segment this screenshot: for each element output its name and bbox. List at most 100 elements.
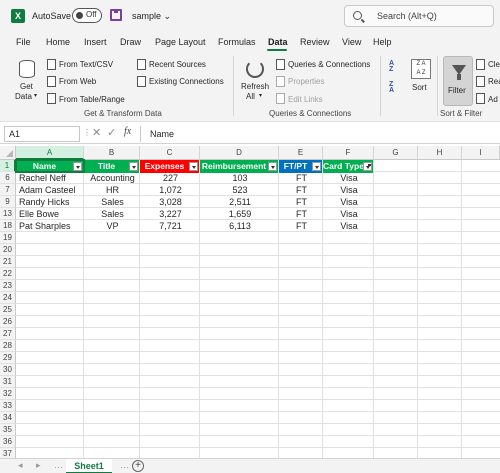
spreadsheet-grid[interactable]: A B C D E F G H I 1 6 7 9 13 18 19 20 21 22 23 24 25 26 27 28 29 3… bbox=[0, 146, 500, 458]
table-cell[interactable]: Pat Sharples bbox=[19, 220, 82, 232]
save-icon[interactable] bbox=[110, 9, 122, 21]
row-header-28[interactable]: 28 bbox=[0, 340, 16, 352]
row-header-27[interactable]: 27 bbox=[0, 328, 16, 340]
table-cell[interactable]: Elle Bowe bbox=[19, 208, 82, 220]
table-cell[interactable]: Sales bbox=[87, 208, 138, 220]
row-header-13[interactable]: 13 bbox=[0, 208, 16, 220]
table-cell[interactable]: 7,721 bbox=[143, 220, 198, 232]
reapply-button[interactable]: Rea bbox=[488, 77, 500, 86]
column-header-c[interactable]: C bbox=[140, 146, 200, 160]
row-header-33[interactable]: 33 bbox=[0, 400, 16, 412]
table-cell[interactable]: 523 bbox=[203, 184, 277, 196]
column-header-d[interactable]: D bbox=[200, 146, 279, 160]
table-cell[interactable]: HR bbox=[87, 184, 138, 196]
table-cell[interactable]: Rachel Neff bbox=[19, 172, 82, 184]
name-box[interactable]: A1 bbox=[4, 126, 80, 142]
row-header-26[interactable]: 26 bbox=[0, 316, 16, 328]
row-header-19[interactable]: 19 bbox=[0, 232, 16, 244]
row-header-9[interactable]: 9 bbox=[0, 196, 16, 208]
table-cell[interactable]: Visa bbox=[326, 208, 372, 220]
sort-button[interactable]: Sort bbox=[412, 83, 427, 92]
sheet-tab-sheet1[interactable]: Sheet1 bbox=[66, 459, 112, 473]
table-cell[interactable]: FT bbox=[282, 208, 321, 220]
table-cell[interactable]: Visa bbox=[326, 196, 372, 208]
column-header-i[interactable]: I bbox=[462, 146, 500, 160]
table-cell[interactable]: Randy Hicks bbox=[19, 196, 82, 208]
row-header-1[interactable]: 1 bbox=[0, 160, 16, 172]
table-cell[interactable]: 227 bbox=[143, 172, 198, 184]
table-cell[interactable]: Sales bbox=[87, 196, 138, 208]
cancel-icon[interactable]: ✕ bbox=[92, 126, 101, 139]
table-cell[interactable]: Visa bbox=[326, 184, 372, 196]
tab-home[interactable]: Home bbox=[46, 37, 70, 47]
prev-sheet-icon[interactable]: ◂ bbox=[18, 460, 23, 471]
row-header-35[interactable]: 35 bbox=[0, 424, 16, 436]
table-cell[interactable]: 6,113 bbox=[203, 220, 277, 232]
tab-formulas[interactable]: Formulas bbox=[218, 37, 256, 47]
filter-dropdown-icon[interactable] bbox=[189, 162, 198, 171]
row-header-20[interactable]: 20 bbox=[0, 244, 16, 256]
table-cell[interactable]: 3,028 bbox=[143, 196, 198, 208]
row-header-37[interactable]: 37 bbox=[0, 448, 16, 458]
table-cell[interactable]: Visa bbox=[326, 220, 372, 232]
formula-input[interactable]: Name bbox=[150, 129, 174, 139]
column-header-e[interactable]: E bbox=[279, 146, 323, 160]
table-cell[interactable]: FT bbox=[282, 184, 321, 196]
select-all-corner[interactable] bbox=[0, 146, 16, 160]
table-cell[interactable]: FT bbox=[282, 220, 321, 232]
table-cell[interactable]: 1,659 bbox=[203, 208, 277, 220]
existing-connections-button[interactable]: Existing Connections bbox=[149, 77, 224, 86]
insert-function-icon[interactable]: fx bbox=[124, 126, 131, 137]
row-header-32[interactable]: 32 bbox=[0, 388, 16, 400]
table-cell[interactable]: Adam Casteel bbox=[19, 184, 82, 196]
row-header-36[interactable]: 36 bbox=[0, 436, 16, 448]
row-header-30[interactable]: 30 bbox=[0, 364, 16, 376]
tab-draw[interactable]: Draw bbox=[120, 37, 141, 47]
from-web-button[interactable]: From Web bbox=[59, 77, 96, 86]
filter-dropdown-icon[interactable] bbox=[73, 162, 82, 171]
get-data-button[interactable]: Get bbox=[20, 82, 33, 91]
row-header-21[interactable]: 21 bbox=[0, 256, 16, 268]
row-header-25[interactable]: 25 bbox=[0, 304, 16, 316]
get-data-button-label-2[interactable]: Data bbox=[15, 92, 32, 101]
queries-connections-button[interactable]: Queries & Connections bbox=[288, 60, 370, 69]
filter-dropdown-icon[interactable] bbox=[268, 162, 277, 171]
column-header-h[interactable]: H bbox=[418, 146, 462, 160]
sort-ascending-icon[interactable]: AZ bbox=[389, 60, 401, 74]
table-cell[interactable]: 1,072 bbox=[143, 184, 198, 196]
column-header-g[interactable]: G bbox=[374, 146, 418, 160]
row-header-18[interactable]: 18 bbox=[0, 220, 16, 232]
tab-help[interactable]: Help bbox=[373, 37, 392, 47]
row-header-6[interactable]: 6 bbox=[0, 172, 16, 184]
from-table-range-button[interactable]: From Table/Range bbox=[59, 95, 125, 104]
table-cell[interactable]: FT bbox=[282, 196, 321, 208]
next-sheet-icon[interactable]: ▸ bbox=[36, 460, 41, 471]
row-header-22[interactable]: 22 bbox=[0, 268, 16, 280]
properties-button[interactable]: Properties bbox=[288, 77, 324, 86]
sort-descending-icon[interactable]: ZA bbox=[389, 81, 401, 95]
add-sheet-button[interactable]: + bbox=[132, 460, 144, 472]
row-header-24[interactable]: 24 bbox=[0, 292, 16, 304]
row-header-7[interactable]: 7 bbox=[0, 184, 16, 196]
row-header-31[interactable]: 31 bbox=[0, 376, 16, 388]
table-cell[interactable]: Visa bbox=[326, 172, 372, 184]
refresh-all-button-label-2[interactable]: All bbox=[246, 92, 255, 101]
row-header-29[interactable]: 29 bbox=[0, 352, 16, 364]
tab-file[interactable]: File bbox=[16, 37, 31, 47]
clear-button[interactable]: Cle bbox=[488, 60, 500, 69]
table-cell[interactable]: 103 bbox=[203, 172, 277, 184]
filter-dropdown-icon[interactable] bbox=[129, 162, 138, 171]
more-sheets-icon[interactable]: … bbox=[54, 460, 63, 470]
column-header-b[interactable]: B bbox=[84, 146, 140, 160]
recent-sources-button[interactable]: Recent Sources bbox=[149, 60, 206, 69]
tab-page-layout[interactable]: Page Layout bbox=[155, 37, 206, 47]
search-box[interactable]: Search (Alt+Q) bbox=[344, 5, 494, 27]
table-cell[interactable]: 3,227 bbox=[143, 208, 198, 220]
table-cell[interactable]: FT bbox=[282, 172, 321, 184]
tab-data[interactable]: Data bbox=[268, 37, 288, 47]
refresh-all-button[interactable]: Refresh bbox=[241, 82, 269, 91]
advanced-button[interactable]: Ad bbox=[488, 95, 498, 104]
enter-icon[interactable]: ✓ bbox=[107, 126, 116, 139]
filter-button[interactable]: Filter bbox=[443, 56, 473, 106]
table-cell[interactable]: 2,511 bbox=[203, 196, 277, 208]
